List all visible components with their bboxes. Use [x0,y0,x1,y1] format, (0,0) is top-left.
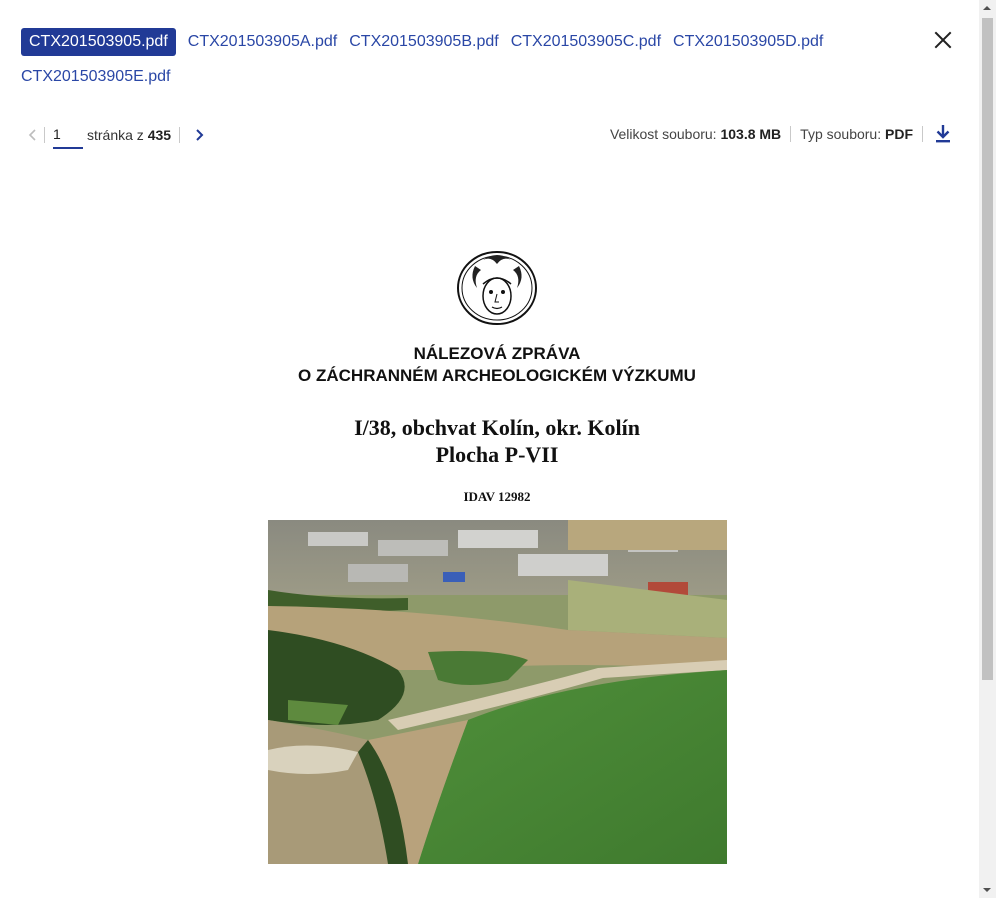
divider [790,126,792,142]
file-info: Velikost souboru: 103.8 MB Typ souboru: … [610,122,954,146]
divider [179,127,181,143]
document-subtitle-line-1: I/38, obchvat Kolín, okr. Kolín [354,415,640,440]
divider [922,126,923,142]
chevron-right-icon [196,129,204,141]
download-icon [936,125,950,143]
file-tab-ctx201503905b[interactable]: CTX201503905B.pdf [349,28,498,56]
pdf-page: NÁLEZOVÁ ZPRÁVA O ZÁCHRANNÉM ARCHEOLOGIC… [230,230,764,898]
document-idav: IDAV 12982 [463,489,531,504]
pagination: stránka z 435 [22,120,210,150]
scrollbar-thumb[interactable] [982,18,993,680]
document-title-line-1: NÁLEZOVÁ ZPRÁVA [413,344,581,363]
download-button[interactable] [932,123,954,145]
document-subtitle: I/38, obchvat Kolín, okr. Kolín Plocha P… [230,414,764,468]
chevron-left-icon [28,129,36,141]
archaeology-institute-seal-icon [457,251,537,325]
file-tab-ctx201503905c[interactable]: CTX201503905C.pdf [511,28,661,56]
aerial-photo [268,520,727,864]
file-tab-ctx201503905d[interactable]: CTX201503905D.pdf [673,28,823,56]
file-tabs: CTX201503905.pdf CTX201503905A.pdf CTX20… [21,28,901,91]
file-tab-ctx201503905[interactable]: CTX201503905.pdf [21,28,176,56]
total-pages: 435 [147,127,172,143]
document-title: NÁLEZOVÁ ZPRÁVA O ZÁCHRANNÉM ARCHEOLOGIC… [230,343,764,387]
file-type-label: Typ souboru: [800,126,882,142]
page-count-text: stránka z 435 [87,127,171,143]
file-tab-ctx201503905e[interactable]: CTX201503905E.pdf [21,63,170,91]
close-button[interactable] [931,28,955,52]
document-title-line-2: O ZÁCHRANNÉM ARCHEOLOGICKÉM VÝZKUMU [298,366,696,385]
scroll-down-arrow-icon[interactable] [983,888,991,892]
file-type-value: PDF [885,126,913,142]
document-subtitle-line-2: Plocha P-VII [435,442,559,467]
file-tab-ctx201503905a[interactable]: CTX201503905A.pdf [188,28,337,56]
file-size-label: Velikost souboru: [609,126,717,142]
scroll-up-arrow-icon[interactable] [983,6,991,10]
scrollbar[interactable] [979,0,996,898]
close-icon [934,31,952,49]
pdf-viewer-dialog: CTX201503905.pdf CTX201503905A.pdf CTX20… [0,0,996,898]
page-label: stránka z [87,127,144,143]
file-size-value: 103.8 MB [720,126,782,142]
page-number-input[interactable] [53,121,83,149]
previous-page-button[interactable] [22,124,44,146]
divider [44,127,45,143]
next-page-button[interactable] [188,124,210,146]
